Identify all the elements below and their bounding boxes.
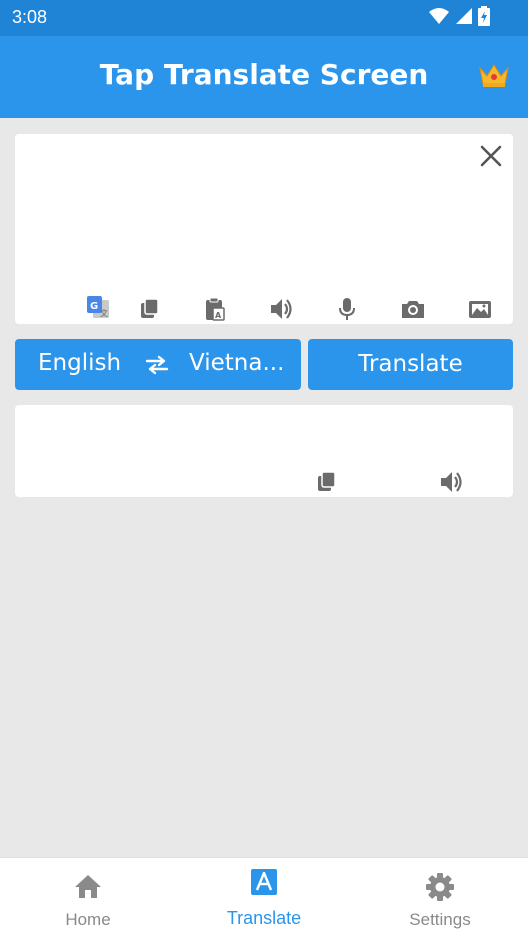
gallery-icon[interactable] (467, 296, 493, 322)
input-text[interactable] (27, 146, 463, 286)
nav-item-translate[interactable]: Translate (176, 858, 352, 939)
translate-button[interactable]: Translate (308, 339, 513, 390)
input-card[interactable]: G 文 A (15, 134, 513, 324)
copy-icon[interactable] (137, 296, 163, 322)
bottom-navigation: Home Translate Settings (0, 857, 528, 939)
svg-text:文: 文 (100, 308, 108, 318)
battery-icon (478, 6, 490, 26)
signal-icon (456, 8, 472, 24)
status-time: 3:08 (12, 7, 48, 27)
wifi-icon (429, 8, 449, 24)
paste-icon[interactable]: A (202, 296, 228, 322)
app-bar: Tap Translate Screen (0, 36, 528, 118)
home-icon (75, 875, 101, 898)
copy-output-icon[interactable] (314, 469, 340, 495)
clear-icon[interactable] (479, 144, 503, 168)
swap-languages-icon[interactable] (145, 354, 169, 376)
svg-text:G: G (90, 301, 98, 312)
camera-icon[interactable] (400, 296, 426, 322)
status-icons (428, 6, 490, 26)
microphone-icon[interactable] (334, 296, 360, 322)
nav-label-home: Home (65, 910, 111, 929)
nav-item-settings[interactable]: Settings (352, 858, 528, 939)
output-text (27, 417, 501, 467)
speaker-output-icon[interactable] (438, 469, 464, 495)
nav-label-settings: Settings (409, 910, 471, 929)
nav-item-home[interactable]: Home (0, 858, 176, 939)
translate-icon (251, 869, 277, 895)
premium-crown-icon[interactable] (478, 62, 510, 88)
page-title: Tap Translate Screen (99, 58, 429, 91)
gear-icon (426, 873, 454, 901)
speaker-icon[interactable] (268, 296, 294, 322)
status-bar: 3:08 (0, 0, 528, 36)
output-card (15, 405, 513, 497)
language-selector[interactable]: English Vietna... (15, 339, 301, 390)
svg-text:A: A (215, 311, 222, 320)
source-language[interactable]: English (38, 350, 121, 376)
target-language[interactable]: Vietna... (189, 350, 284, 376)
nav-label-translate: Translate (226, 908, 302, 928)
google-translate-icon[interactable]: G 文 (85, 294, 111, 320)
